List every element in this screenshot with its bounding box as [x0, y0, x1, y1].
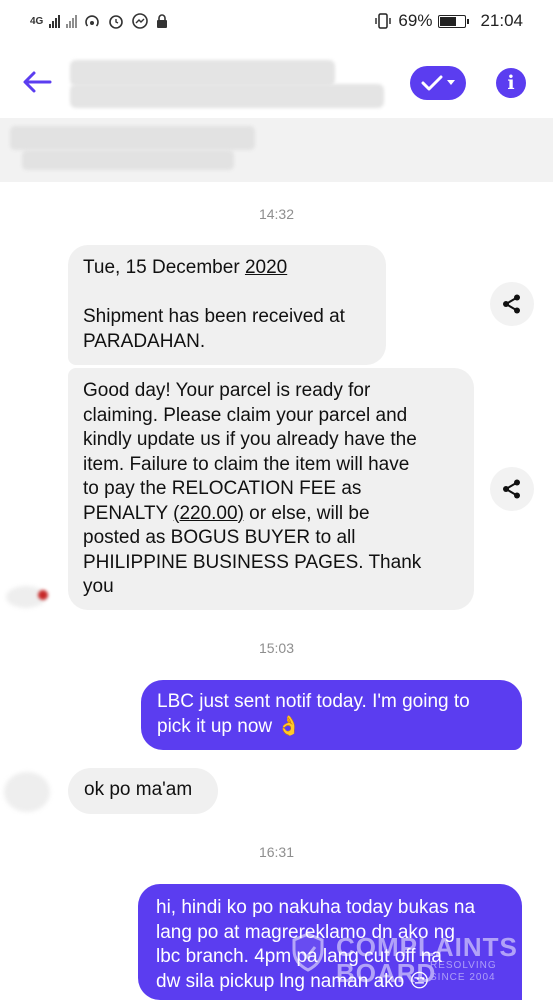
message-line: to pay the RELOCATION FEE as [83, 478, 362, 499]
timestamp: 16:31 [258, 844, 295, 860]
message-line: PENALTY (220.00) or else, will be [83, 502, 370, 524]
chat-header: i [0, 44, 553, 118]
redacted-banner [0, 118, 553, 182]
clock: 21:04 [480, 11, 523, 30]
message-line: Good day! Your parcel is ready for [83, 380, 371, 401]
share-icon [503, 479, 520, 499]
status-right: 69% 21:04 [374, 10, 523, 32]
message-line: you [83, 576, 114, 597]
message-line: Shipment has been received at [83, 306, 345, 327]
message-line: pick it up now 👌 [157, 715, 302, 737]
signal-icon [49, 14, 61, 28]
caret-down-icon [447, 80, 455, 85]
sender-avatar-accent [38, 590, 48, 600]
watermark-line-2: BOARD [336, 958, 437, 988]
messenger-icon [132, 13, 149, 29]
battery-percent: 69% [398, 11, 433, 30]
status-bar: 4G 69% 21:04 [0, 0, 553, 44]
status-left: 4G [30, 10, 169, 32]
message-line: hi, hindi ko po nakuha today bukas na [156, 897, 476, 918]
vibrate-icon [375, 13, 392, 29]
banner-redacted-line-1 [10, 126, 255, 150]
info-icon[interactable]: i [496, 68, 526, 98]
incoming-message[interactable]: Good day! Your parcel is ready for claim… [68, 368, 474, 610]
timestamp: 15:03 [258, 640, 295, 656]
check-icon [421, 75, 443, 91]
contact-name-redacted [70, 60, 335, 86]
sender-avatar [4, 772, 50, 812]
verify-button[interactable] [410, 66, 466, 100]
contact-status-redacted [70, 84, 384, 108]
message-line: item. Failure to claim the item will hav… [83, 453, 410, 475]
message-line: posted as BOGUS BUYER to all [83, 527, 356, 548]
incoming-message[interactable]: Tue, 15 December 2020 Shipment has been … [68, 245, 386, 365]
message-line: kindly update us if you already have the [83, 429, 417, 450]
signal-icon-2 [66, 14, 78, 28]
timestamp: 14:32 [258, 206, 295, 222]
outgoing-message[interactable]: LBC just sent notif today. I'm going to … [141, 680, 522, 750]
message-line: LBC just sent notif today. I'm going to [157, 691, 470, 712]
message-line [83, 281, 371, 306]
banner-redacted-line-2 [22, 150, 234, 170]
share-button[interactable] [490, 467, 534, 511]
watermark: COMPLAINTS BOARD RESOLVING SINCE 2004 [290, 930, 520, 1000]
alarm-icon [109, 15, 124, 29]
share-icon [503, 294, 520, 314]
shield-icon [292, 932, 324, 972]
battery-icon [438, 14, 470, 28]
watermark-tagline-2: SINCE 2004 [430, 972, 496, 983]
message-line: ok po ma'am [84, 779, 193, 800]
share-button[interactable] [490, 282, 534, 326]
arrow-left-icon[interactable] [20, 68, 54, 96]
message-line: Tue, 15 December 2020 [83, 257, 288, 278]
message-line: claiming. Please claim your parcel and [83, 404, 408, 426]
watermark-tagline-1: RESOLVING [430, 960, 497, 971]
incoming-message[interactable]: ok po ma'am [68, 768, 218, 814]
hotspot-icon [85, 15, 100, 27]
message-line: PHILIPPINE BUSINESS PAGES. Thank [83, 551, 422, 573]
message-line: PARADAHAN. [83, 330, 206, 352]
lock-icon [157, 14, 168, 28]
network-type: 4G [30, 15, 44, 27]
